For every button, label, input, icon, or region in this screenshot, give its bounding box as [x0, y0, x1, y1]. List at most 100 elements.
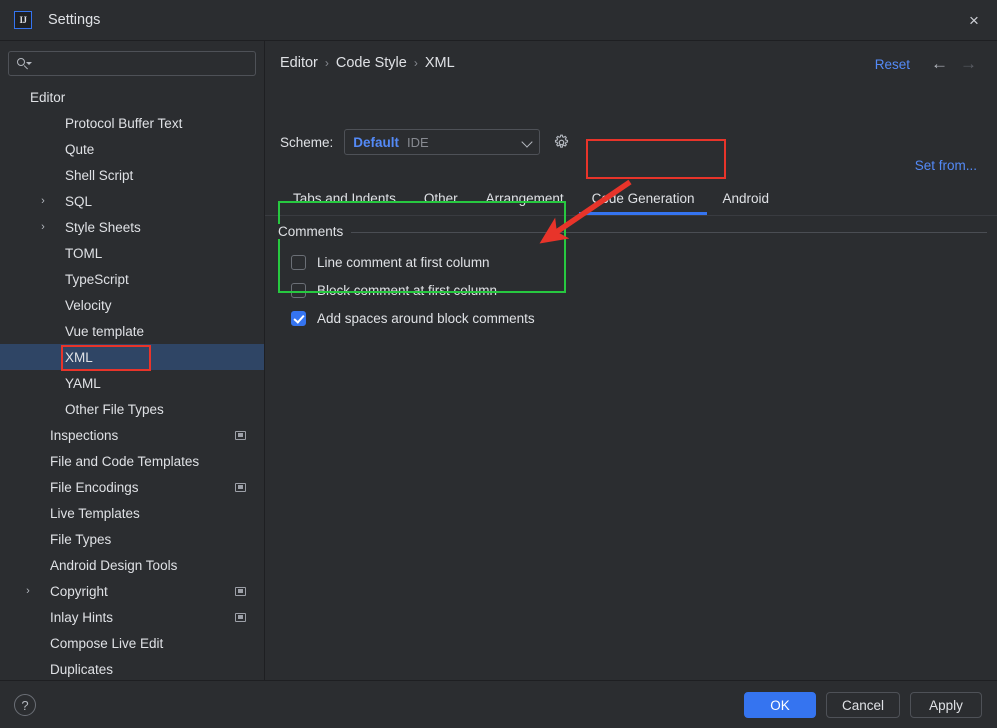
- comments-group-title: Comments: [278, 224, 352, 239]
- sidebar-item-yaml[interactable]: YAML: [0, 370, 264, 396]
- sidebar-item-other-file-types[interactable]: Other File Types: [0, 396, 264, 422]
- checkbox-unchecked-icon[interactable]: [291, 282, 306, 298]
- sidebar-item-duplicates[interactable]: Duplicates: [0, 656, 264, 680]
- sidebar-item-label: Qute: [65, 141, 95, 157]
- sidebar-item-vue-template[interactable]: Vue template: [0, 318, 264, 344]
- checkbox-label: Line comment at first column: [317, 254, 490, 270]
- sidebar-item-inlay-hints[interactable]: Inlay Hints: [0, 604, 264, 630]
- sidebar-item-live-templates[interactable]: Live Templates: [0, 500, 264, 526]
- sidebar-item-inspections[interactable]: Inspections: [0, 422, 264, 448]
- close-icon[interactable]: ×: [951, 0, 997, 41]
- tab-android[interactable]: Android: [708, 191, 783, 215]
- checkbox-row[interactable]: Line comment at first column: [291, 249, 535, 275]
- window-title: Settings: [48, 12, 101, 28]
- chevron-down-icon: [521, 136, 533, 148]
- sidebar-item-toml[interactable]: TOML: [0, 240, 264, 266]
- sidebar-item-qute[interactable]: Qute: [0, 136, 264, 162]
- sidebar-item-label: YAML: [65, 375, 101, 391]
- sidebar-item-label: Vue template: [65, 323, 145, 339]
- search-container: [0, 41, 264, 82]
- sidebar-item-label: Inspections: [50, 427, 119, 443]
- tab-other[interactable]: Other: [410, 191, 472, 215]
- project-scope-badge-icon: [235, 482, 246, 492]
- sidebar-item-label: Android Design Tools: [50, 557, 178, 573]
- scheme-label: Scheme:: [280, 134, 334, 150]
- sidebar-item-label: Live Templates: [50, 505, 140, 521]
- sidebar-item-label: Editor: [30, 89, 66, 105]
- sidebar-item-velocity[interactable]: Velocity: [0, 292, 264, 318]
- scheme-row: Scheme: Default IDE: [280, 129, 570, 155]
- sidebar-item-protocol-buffer-text[interactable]: Protocol Buffer Text: [0, 110, 264, 136]
- checkbox-label: Block comment at first column: [317, 282, 498, 298]
- sidebar-item-file-and-code-templates[interactable]: File and Code Templates: [0, 448, 264, 474]
- sidebar-item-label: Protocol Buffer Text: [65, 115, 183, 131]
- tab-arrangement[interactable]: Arrangement: [472, 191, 578, 215]
- settings-sidebar: Editor Protocol Buffer Text Qute Shell Scri…: [0, 41, 264, 680]
- breadcrumb-item[interactable]: Editor: [280, 55, 318, 71]
- tab-code-generation[interactable]: Code Generation: [578, 191, 709, 215]
- sidebar-item-android-design-tools[interactable]: Android Design Tools: [0, 552, 264, 578]
- sidebar-item-file-types[interactable]: File Types: [0, 526, 264, 552]
- sidebar-item-label: File Types: [50, 531, 112, 547]
- chevron-right-icon[interactable]: ›: [37, 221, 49, 233]
- sidebar-item-label: File and Code Templates: [50, 453, 200, 469]
- sidebar-item-copyright[interactable]: › Copyright: [0, 578, 264, 604]
- sidebar-scrollbar-track[interactable]: [255, 41, 263, 680]
- search-input[interactable]: [34, 56, 248, 71]
- checkbox-label: Add spaces around block comments: [317, 310, 535, 326]
- breadcrumb-separator: ›: [324, 56, 329, 70]
- breadcrumb-item[interactable]: XML: [425, 55, 455, 71]
- sidebar-item-label: Inlay Hints: [50, 609, 114, 625]
- checkbox-row[interactable]: Add spaces around block comments: [291, 305, 535, 331]
- help-icon[interactable]: ?: [14, 694, 36, 716]
- project-scope-badge-icon: [235, 612, 246, 622]
- sidebar-item-label: Style Sheets: [65, 219, 141, 235]
- settings-tabs: Tabs and Indents Other Arrangement Code Gen…: [265, 183, 997, 215]
- dialog-buttons: OK Cancel Apply: [743, 692, 982, 718]
- sidebar-item-xml[interactable]: XML: [0, 344, 264, 370]
- scheme-scope: IDE: [407, 134, 429, 150]
- sidebar-item-editor[interactable]: Editor: [0, 84, 264, 110]
- apply-button[interactable]: Apply: [910, 692, 982, 718]
- sidebar-item-file-encodings[interactable]: File Encodings: [0, 474, 264, 500]
- forward-arrow-icon[interactable]: →: [960, 55, 977, 72]
- chevron-right-icon[interactable]: ›: [22, 585, 34, 597]
- comments-checkbox-group: Line comment at first column Block commen…: [291, 249, 535, 333]
- search-box[interactable]: [8, 51, 256, 76]
- sidebar-item-label: Duplicates: [50, 661, 114, 677]
- set-from-link[interactable]: Set from...: [915, 158, 977, 173]
- nav-arrows: ← →: [931, 55, 977, 72]
- title-bar: IJ Settings ×: [0, 0, 997, 41]
- sidebar-item-sql[interactable]: › SQL: [0, 188, 264, 214]
- sidebar-item-label: TypeScript: [65, 271, 129, 287]
- breadcrumb-item[interactable]: Code Style: [336, 55, 407, 71]
- checkbox-checked-icon[interactable]: [291, 310, 306, 326]
- back-arrow-icon[interactable]: ←: [931, 55, 948, 72]
- sidebar-item-shell-script[interactable]: Shell Script: [0, 162, 264, 188]
- sidebar-item-label: Shell Script: [65, 167, 134, 183]
- cancel-button[interactable]: Cancel: [825, 692, 900, 718]
- sidebar-item-label: Compose Live Edit: [50, 635, 164, 651]
- project-scope-badge-icon: [235, 586, 246, 596]
- checkbox-row[interactable]: Block comment at first column: [291, 277, 535, 303]
- scheme-value: Default: [353, 134, 400, 150]
- chevron-right-icon[interactable]: ›: [37, 195, 49, 207]
- sidebar-item-label: Velocity: [65, 297, 112, 313]
- comments-group-line: [278, 232, 987, 233]
- settings-tree: Editor Protocol Buffer Text Qute Shell Scri…: [0, 84, 264, 680]
- breadcrumb-separator: ›: [413, 56, 418, 70]
- sidebar-item-style-sheets[interactable]: › Style Sheets: [0, 214, 264, 240]
- sidebar-item-label: TOML: [65, 245, 103, 261]
- tab-tabs-and-indents[interactable]: Tabs and Indents: [279, 191, 410, 215]
- checkbox-unchecked-icon[interactable]: [291, 254, 306, 270]
- scheme-dropdown[interactable]: Default IDE: [344, 129, 541, 155]
- sidebar-item-compose-live-edit[interactable]: Compose Live Edit: [0, 630, 264, 656]
- settings-content: Editor › Code Style › XML Reset ← → Scheme: …: [265, 41, 997, 680]
- gear-icon[interactable]: [553, 134, 570, 151]
- reset-link[interactable]: Reset: [875, 57, 910, 72]
- dialog-footer: ? OK Cancel Apply: [0, 681, 997, 728]
- ok-button[interactable]: OK: [743, 692, 816, 718]
- search-icon: [16, 57, 32, 71]
- sidebar-item-label: Copyright: [50, 583, 108, 599]
- sidebar-item-typescript[interactable]: TypeScript: [0, 266, 264, 292]
